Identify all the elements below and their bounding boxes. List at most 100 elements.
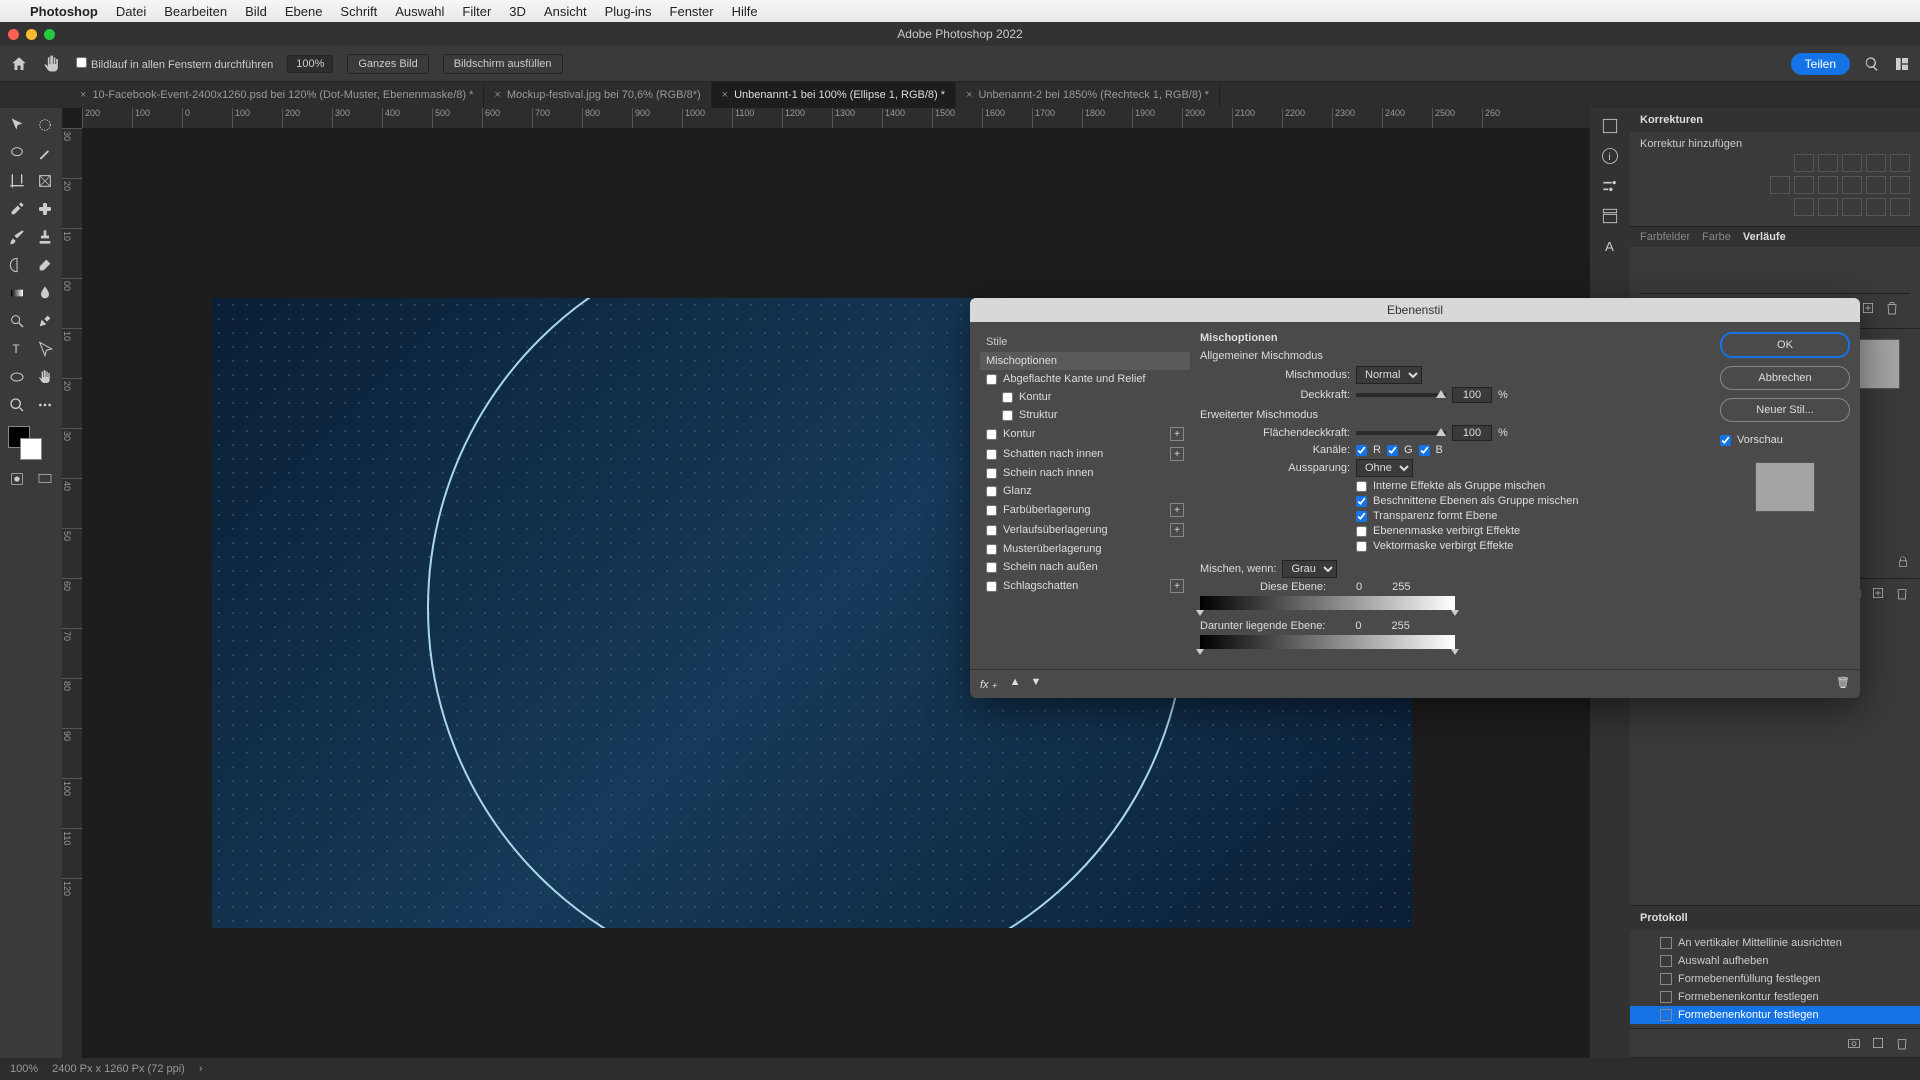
new-style-button[interactable]: Neuer Stil... [1720, 398, 1850, 422]
style-checkbox[interactable] [1002, 392, 1013, 403]
fx-icon[interactable]: fx﹢ [980, 676, 1000, 692]
adjustments-panel-title[interactable]: Korrekturen [1630, 108, 1920, 132]
move-tool[interactable] [4, 112, 30, 138]
history-item[interactable]: Formebenenkontur festlegen [1630, 988, 1920, 1006]
style-row[interactable]: Kontur [980, 388, 1190, 406]
doc-tab-0[interactable]: ×10-Facebook-Event-2400x1260.psd bei 120… [70, 82, 484, 108]
mixer-icon[interactable] [1866, 176, 1886, 194]
style-row[interactable]: Schlagschatten+ [980, 576, 1190, 596]
blendif-select[interactable]: Grau [1282, 560, 1337, 578]
style-row[interactable]: Struktur [980, 406, 1190, 424]
marquee-tool[interactable] [32, 112, 58, 138]
doc-tab-1[interactable]: ×Mockup-festival.jpg bei 70,6% (RGB/8*) [484, 82, 711, 108]
style-row[interactable]: Mischoptionen [980, 352, 1190, 370]
up-icon[interactable]: ▲ [1010, 676, 1021, 692]
workspace-icon[interactable] [1894, 56, 1910, 72]
add-effect-icon[interactable]: + [1170, 579, 1184, 593]
brightness-icon[interactable] [1794, 154, 1814, 172]
eyedropper-tool[interactable] [4, 196, 30, 222]
cancel-button[interactable]: Abbrechen [1720, 366, 1850, 390]
tab-farbfelder[interactable]: Farbfelder [1640, 231, 1690, 243]
c2-checkbox[interactable] [1356, 496, 1367, 507]
knockout-select[interactable]: Ohne [1356, 459, 1413, 477]
menu-bild[interactable]: Bild [245, 4, 267, 19]
pen-tool[interactable] [32, 308, 58, 334]
hue-icon[interactable] [1770, 176, 1790, 194]
crop-tool[interactable] [4, 168, 30, 194]
status-zoom[interactable]: 100% [10, 1063, 38, 1075]
background-swatch[interactable] [20, 438, 42, 460]
down-icon[interactable]: ▼ [1030, 676, 1041, 692]
window-close-button[interactable] [8, 29, 19, 40]
properties-icon[interactable] [1600, 116, 1620, 136]
libraries-icon[interactable] [1600, 206, 1620, 226]
home-icon[interactable] [10, 55, 28, 73]
share-button[interactable]: Teilen [1791, 53, 1850, 75]
trash-icon[interactable]: 🗑 [1836, 676, 1850, 692]
close-icon[interactable]: × [966, 89, 972, 101]
style-row[interactable]: Kontur+ [980, 424, 1190, 444]
menu-bearbeiten[interactable]: Bearbeiten [164, 4, 227, 19]
curves-icon[interactable] [1842, 154, 1862, 172]
hand-tool-icon[interactable] [42, 54, 62, 74]
add-effect-icon[interactable]: + [1170, 523, 1184, 537]
type-icon[interactable]: A [1600, 236, 1620, 256]
menu-ebene[interactable]: Ebene [285, 4, 323, 19]
balance-icon[interactable] [1794, 176, 1814, 194]
edit-toolbar[interactable] [32, 392, 58, 418]
close-icon[interactable]: × [722, 89, 728, 101]
gradient-tool[interactable] [4, 280, 30, 306]
style-checkbox[interactable] [986, 449, 997, 460]
style-row[interactable]: Schein nach innen [980, 464, 1190, 482]
history-item[interactable]: Formebenenkontur festlegen [1630, 1006, 1920, 1024]
style-checkbox[interactable] [1002, 410, 1013, 421]
status-info[interactable]: 2400 Px x 1260 Px (72 ppi) [52, 1063, 185, 1075]
selective-icon[interactable] [1890, 198, 1910, 216]
add-effect-icon[interactable]: + [1170, 427, 1184, 441]
info-icon[interactable]: i [1600, 146, 1620, 166]
opacity-input[interactable] [1452, 387, 1492, 403]
history-brush-tool[interactable] [4, 252, 30, 278]
vibrance-icon[interactable] [1890, 154, 1910, 172]
wand-tool[interactable] [32, 140, 58, 166]
menu-schrift[interactable]: Schrift [340, 4, 377, 19]
eraser-tool[interactable] [32, 252, 58, 278]
trash-icon[interactable] [1894, 1035, 1910, 1051]
style-checkbox[interactable] [986, 525, 997, 536]
c3-checkbox[interactable] [1356, 511, 1367, 522]
style-checkbox[interactable] [986, 562, 997, 573]
close-icon[interactable]: × [80, 89, 86, 101]
new-doc-icon[interactable] [1870, 1035, 1886, 1051]
gradient-map-icon[interactable] [1866, 198, 1886, 216]
style-checkbox[interactable] [986, 581, 997, 592]
bw-icon[interactable] [1818, 176, 1838, 194]
frame-tool[interactable] [32, 168, 58, 194]
style-row[interactable]: Abgeflachte Kante und Relief [980, 370, 1190, 388]
window-minimize-button[interactable] [26, 29, 37, 40]
style-checkbox[interactable] [986, 374, 997, 385]
doc-tab-3[interactable]: ×Unbenannt-2 bei 1850% (Rechteck 1, RGB/… [956, 82, 1220, 108]
healing-tool[interactable] [32, 196, 58, 222]
type-tool[interactable]: T [4, 336, 30, 362]
levels-icon[interactable] [1818, 154, 1838, 172]
style-row[interactable]: Farbüberlagerung+ [980, 500, 1190, 520]
app-name[interactable]: Photoshop [30, 4, 98, 19]
menu-fenster[interactable]: Fenster [670, 4, 714, 19]
add-effect-icon[interactable]: + [1170, 447, 1184, 461]
style-row[interactable]: Glanz [980, 482, 1190, 500]
brush-tool[interactable] [4, 224, 30, 250]
c4-checkbox[interactable] [1356, 526, 1367, 537]
menu-auswahl[interactable]: Auswahl [395, 4, 444, 19]
color-swatches[interactable] [4, 424, 58, 464]
style-row[interactable]: Musterüberlagerung [980, 540, 1190, 558]
add-effect-icon[interactable]: + [1170, 503, 1184, 517]
lasso-tool[interactable] [4, 140, 30, 166]
style-checkbox[interactable] [986, 429, 997, 440]
fillopacity-input[interactable] [1452, 425, 1492, 441]
posterize-icon[interactable] [1818, 198, 1838, 216]
trash-icon[interactable] [1894, 585, 1910, 601]
blendmode-select[interactable]: Normal [1356, 366, 1422, 384]
blend-if-under-slider[interactable] [1200, 635, 1455, 649]
blend-if-this-slider[interactable] [1200, 596, 1455, 610]
zoom-field[interactable]: 100% [287, 55, 333, 73]
